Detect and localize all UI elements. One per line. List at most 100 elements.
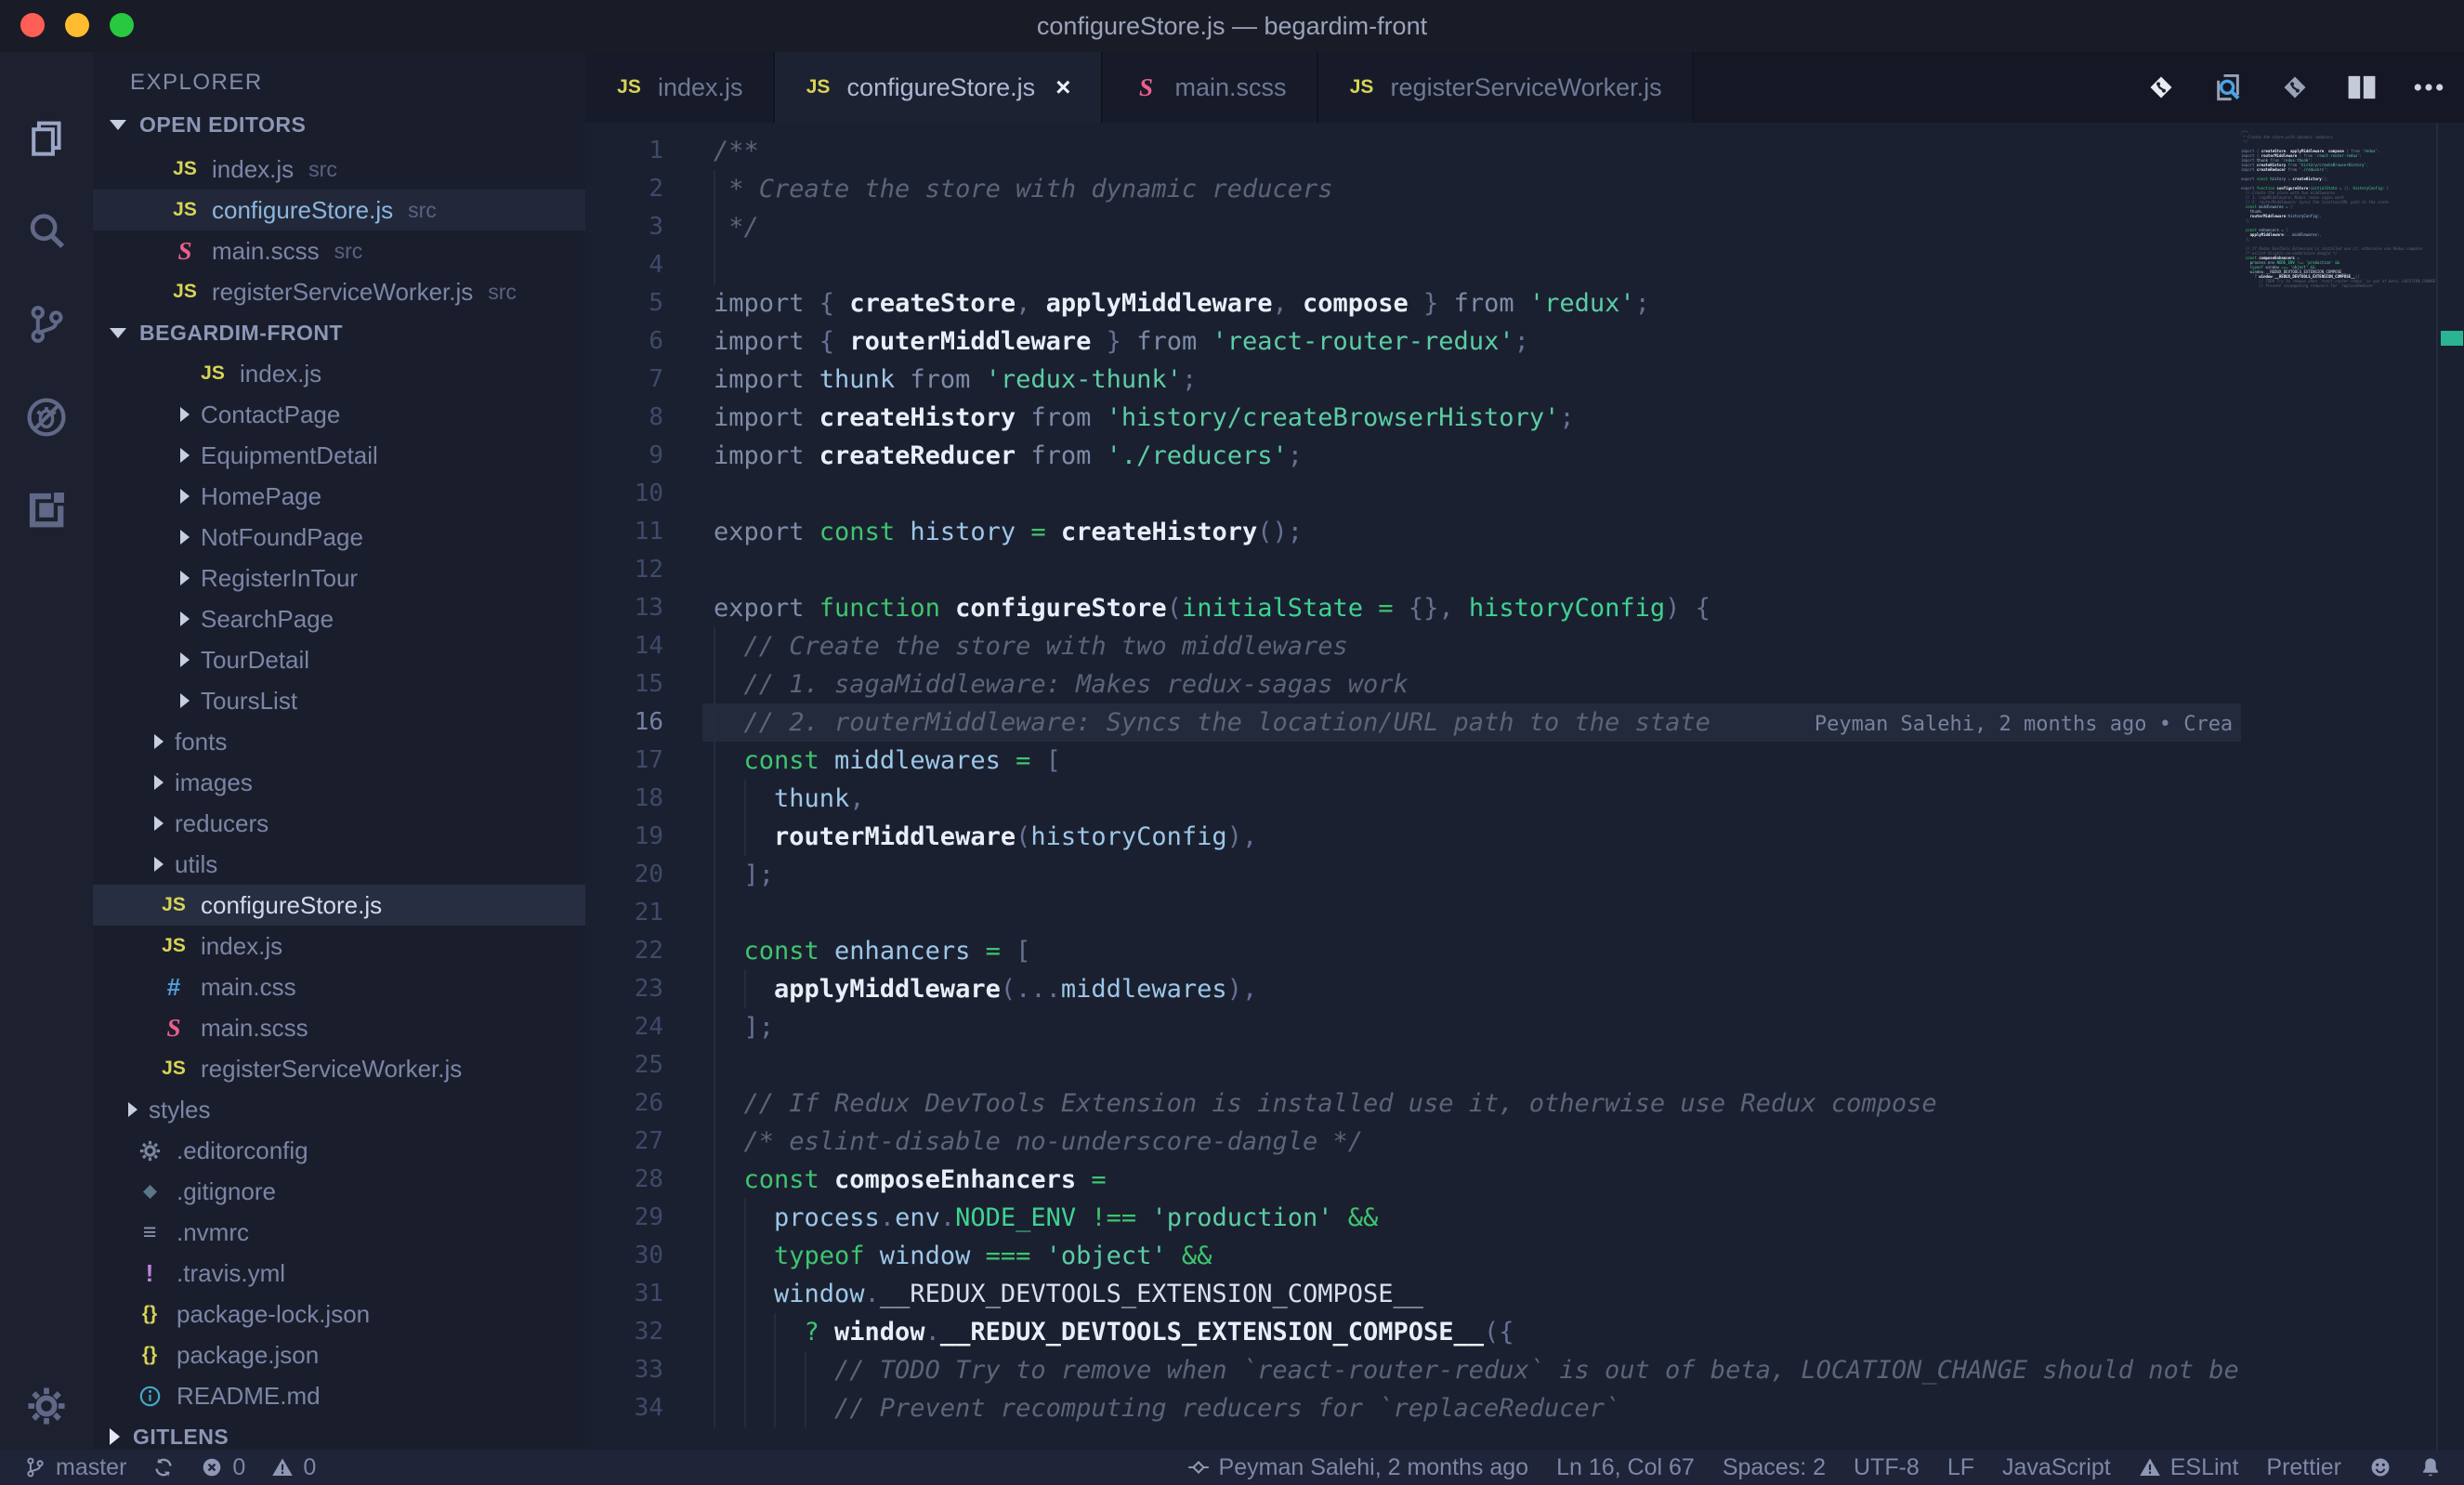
code-line[interactable] [702, 475, 2241, 513]
folder-TourDetail[interactable]: TourDetail [93, 639, 585, 680]
code-line[interactable]: import { createStore, applyMiddleware, c… [702, 284, 2241, 322]
code-line[interactable]: import createReducer from './reducers'; [702, 437, 2241, 475]
folder-EquipmentDetail[interactable]: EquipmentDetail [93, 435, 585, 476]
code-line[interactable]: import { routerMiddleware } from 'react-… [702, 322, 2241, 361]
code-lines[interactable]: /** * Create the store with dynamic redu… [702, 132, 2241, 1427]
open-editor-registerServiceWorker.js[interactable]: JSregisterServiceWorker.jssrc [93, 271, 585, 312]
code-line[interactable]: ? window.__REDUX_DEVTOOLS_EXTENSION_COMP… [702, 1313, 2241, 1351]
code-line[interactable] [702, 1046, 2241, 1084]
tree-item-.gitignore[interactable]: .gitignore [93, 1171, 585, 1212]
status-errors[interactable]: 0 [201, 1454, 245, 1481]
tree-item-index.js[interactable]: JSindex.js [93, 926, 585, 966]
folder-styles[interactable]: styles [93, 1089, 585, 1130]
tab-index.js[interactable]: JSindex.js [585, 52, 775, 123]
tree-item-configureStore.js[interactable]: JSconfigureStore.js [93, 885, 585, 926]
code-line[interactable]: applyMiddleware(...middlewares), [702, 970, 2241, 1008]
code-line[interactable]: // 1. sagaMiddleware: Makes redux-sagas … [702, 665, 2241, 703]
tab-main.scss[interactable]: Smain.scss [1103, 52, 1318, 123]
more-actions-icon[interactable] [2412, 71, 2445, 104]
minimap[interactable]: /** * Create the store with dynamic redu… [2237, 130, 2436, 288]
section-open-editors[interactable]: OPEN EDITORS [93, 104, 585, 145]
folder-ToursList[interactable]: ToursList [93, 680, 585, 721]
folder-images[interactable]: images [93, 762, 585, 803]
activity-item-settings[interactable] [0, 1373, 93, 1439]
search-commits-icon[interactable] [2211, 71, 2245, 104]
folder-utils[interactable]: utils [93, 844, 585, 885]
section-gitlens[interactable]: GITLENS [93, 1416, 585, 1450]
tree-item-index.js[interactable]: JSindex.js [93, 353, 585, 394]
code-line[interactable]: export function configureStore(initialSt… [702, 589, 2241, 627]
code-line[interactable]: thunk, [702, 780, 2241, 818]
tree-item-.editorconfig[interactable]: .editorconfig [93, 1130, 585, 1171]
activity-item-debug[interactable] [0, 385, 93, 450]
folder-HomePage[interactable]: HomePage [93, 476, 585, 517]
code-line[interactable]: ]; [702, 856, 2241, 894]
status-encoding[interactable]: UTF-8 [1854, 1454, 1920, 1481]
activity-item-extensions[interactable] [0, 478, 93, 543]
code-editor[interactable]: 1234567891011121314151617181920212223242… [585, 123, 2464, 1450]
code-line[interactable]: /* eslint-disable no-underscore-dangle *… [702, 1123, 2241, 1161]
status-eol[interactable]: LF [1947, 1454, 1974, 1481]
activity-item-search[interactable] [0, 199, 93, 264]
open-editor-index.js[interactable]: JSindex.jssrc [93, 149, 585, 190]
code-line[interactable]: // 2. routerMiddleware: Syncs the locati… [702, 703, 2241, 742]
tab-registerServiceWorker.js[interactable]: JSregisterServiceWorker.js [1318, 52, 1694, 123]
folder-ContactPage[interactable]: ContactPage [93, 394, 585, 435]
status-eslint[interactable]: ESLint [2139, 1454, 2239, 1481]
code-line[interactable]: */ [702, 208, 2241, 246]
close-tab-icon[interactable]: × [1055, 72, 1070, 102]
status-feedback[interactable] [2369, 1456, 2392, 1478]
open-editor-configureStore.js[interactable]: JSconfigureStore.jssrc [93, 190, 585, 230]
code-line[interactable]: typeof window === 'object' && [702, 1237, 2241, 1275]
status-cursor-position[interactable]: Ln 16, Col 67 [1556, 1454, 1695, 1481]
tab-configureStore.js[interactable]: JSconfigureStore.js× [775, 52, 1103, 123]
status-git-branch[interactable]: master [24, 1454, 126, 1481]
status-sync[interactable] [152, 1456, 175, 1478]
code-line[interactable]: process.env.NODE_ENV !== 'production' && [702, 1199, 2241, 1237]
code-line[interactable]: // Create the store with two middlewares [702, 627, 2241, 665]
code-line[interactable]: // Prevent recomputing reducers for `rep… [702, 1389, 2241, 1427]
code-line[interactable]: ]; [702, 1008, 2241, 1046]
gitlens-file-blame-icon[interactable] [2144, 71, 2178, 104]
tree-item-registerServiceWorker.js[interactable]: JSregisterServiceWorker.js [93, 1048, 585, 1089]
code-line[interactable]: routerMiddleware(historyConfig), [702, 818, 2241, 856]
folder-reducers[interactable]: reducers [93, 803, 585, 844]
status-indentation[interactable]: Spaces: 2 [1723, 1454, 1826, 1481]
status-gitlens-blame[interactable]: Peyman Salehi, 2 months ago [1187, 1454, 1529, 1481]
code-line[interactable] [702, 894, 2241, 932]
section-project[interactable]: BEGARDIM-FRONT [93, 312, 585, 353]
status-language-mode[interactable]: JavaScript [2002, 1454, 2111, 1481]
gitlens-icon[interactable] [2278, 71, 2312, 104]
folder-fonts[interactable]: fonts [93, 721, 585, 762]
code-line[interactable]: /** [702, 132, 2241, 170]
status-warnings[interactable]: 0 [271, 1454, 316, 1481]
folder-RegisterInTour[interactable]: RegisterInTour [93, 558, 585, 598]
status-prettier[interactable]: Prettier [2266, 1454, 2341, 1481]
split-editor-icon[interactable] [2345, 71, 2379, 104]
code-line[interactable]: export const history = createHistory(); [702, 513, 2241, 551]
tree-item-package.json[interactable]: {}package.json [93, 1334, 585, 1375]
code-line[interactable]: import createHistory from 'history/creat… [702, 399, 2241, 437]
status-notifications[interactable] [2419, 1456, 2442, 1478]
code-line[interactable]: // If Redux DevTools Extension is instal… [702, 1084, 2241, 1123]
tree-item-.nvmrc[interactable]: ≡.nvmrc [93, 1212, 585, 1253]
code-line[interactable]: const composeEnhancers = [702, 1161, 2241, 1199]
folder-SearchPage[interactable]: SearchPage [93, 598, 585, 639]
open-editor-main.scss[interactable]: Smain.scsssrc [93, 230, 585, 271]
code-line[interactable]: window.__REDUX_DEVTOOLS_EXTENSION_COMPOS… [702, 1275, 2241, 1313]
activity-item-source-control[interactable] [0, 292, 93, 357]
tree-item-main.css[interactable]: #main.css [93, 966, 585, 1007]
tree-item-main.scss[interactable]: Smain.scss [93, 1007, 585, 1048]
scrollbar-overview-ruler[interactable] [2436, 123, 2464, 1450]
code-line[interactable]: // TODO Try to remove when `react-router… [702, 1351, 2241, 1389]
code-line[interactable] [702, 246, 2241, 284]
code-line[interactable]: import thunk from 'redux-thunk'; [702, 361, 2241, 399]
tree-item-.travis.yml[interactable]: !.travis.yml [93, 1253, 585, 1294]
tree-item-README.md[interactable]: README.md [93, 1375, 585, 1416]
code-line[interactable] [702, 551, 2241, 589]
folder-NotFoundPage[interactable]: NotFoundPage [93, 517, 585, 558]
activity-item-explorer[interactable] [0, 106, 93, 171]
tree-item-package-lock.json[interactable]: {}package-lock.json [93, 1294, 585, 1334]
code-line[interactable]: const enhancers = [ [702, 932, 2241, 970]
code-line[interactable]: * Create the store with dynamic reducers [702, 170, 2241, 208]
